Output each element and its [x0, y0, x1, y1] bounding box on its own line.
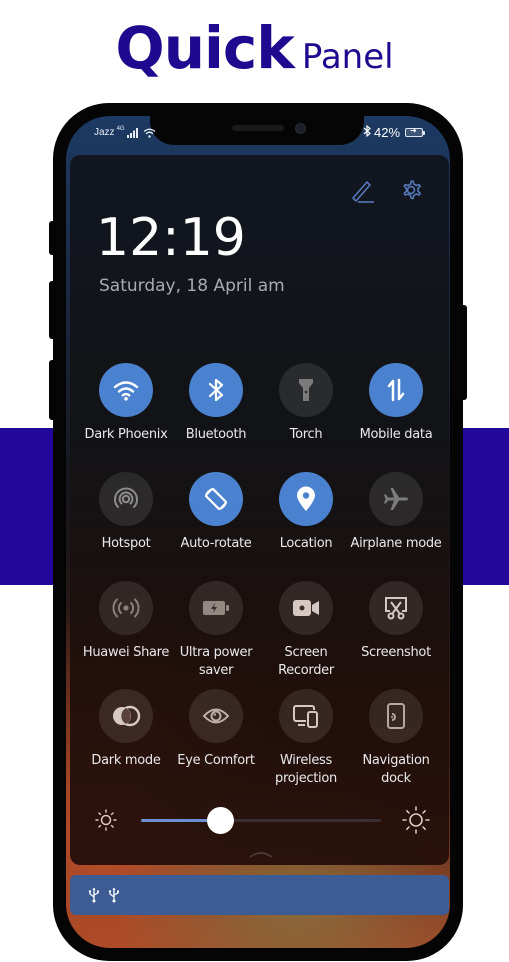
banner-title: Quick Panel	[0, 14, 509, 82]
projection-devices-icon	[293, 704, 319, 728]
toggle-label: Huawei Share	[82, 645, 170, 660]
toggle-button[interactable]	[369, 689, 423, 743]
clock-time: 12:19	[96, 208, 246, 268]
notch	[150, 103, 364, 145]
battery-bolt-icon	[202, 599, 230, 617]
battery-charging-icon: ➜	[405, 126, 426, 137]
toggle-button[interactable]	[99, 689, 153, 743]
toggle-button[interactable]	[279, 581, 333, 635]
toggle-eye-comfort[interactable]: Eye Comfort	[170, 689, 262, 770]
signal-icon	[126, 127, 138, 138]
usb-icon	[108, 887, 119, 903]
toggle-button[interactable]	[279, 363, 333, 417]
video-camera-icon	[292, 598, 320, 618]
toggle-button[interactable]	[369, 363, 423, 417]
eye-icon	[202, 706, 230, 726]
toggle-button[interactable]	[99, 472, 153, 526]
earpiece-speaker	[232, 125, 284, 131]
toggle-label: Ultra power saver	[179, 645, 253, 678]
toggle-label: Wireless projection	[275, 753, 337, 786]
hotspot-icon	[113, 486, 139, 512]
toggle-label: Torch	[289, 427, 323, 442]
toggle-label: Hotspot	[101, 536, 151, 551]
toggle-hotspot[interactable]: Hotspot	[80, 472, 172, 553]
toggle-wireless-projection[interactable]: Wireless projection	[260, 689, 352, 788]
edit-button[interactable]	[348, 176, 376, 204]
toggle-button[interactable]	[189, 689, 243, 743]
airplane-icon	[383, 487, 409, 511]
toggle-mobile-data[interactable]: Mobile data	[350, 363, 442, 444]
toggle-button[interactable]	[189, 472, 243, 526]
banner-title-regular: Panel	[301, 37, 394, 77]
toggle-label: Navigation dock	[362, 753, 430, 786]
toggle-airplane-mode[interactable]: Airplane mode	[350, 472, 442, 553]
wifi-status-icon	[143, 128, 155, 138]
rotate-icon	[202, 485, 230, 513]
toggle-label: Mobile data	[359, 427, 433, 442]
usb-notification[interactable]	[70, 875, 449, 915]
toggle-button[interactable]	[99, 363, 153, 417]
brightness-slider-thumb[interactable]	[207, 807, 235, 834]
status-bar-left: Jazz 4G	[94, 125, 156, 138]
toggle-label: Location	[279, 536, 333, 551]
pencil-icon	[352, 181, 374, 203]
toggle-button[interactable]	[189, 581, 243, 635]
toggle-ultra-power-saver[interactable]: Ultra power saver	[170, 581, 262, 680]
brightness-low-icon	[95, 809, 117, 831]
toggle-screenshot[interactable]: Screenshot	[350, 581, 442, 662]
toggle-label: Dark Phoenix	[84, 427, 168, 442]
battery-percent: 42%	[374, 125, 401, 140]
toggle-label: Airplane mode	[350, 536, 442, 551]
toggle-label: Screenshot	[361, 645, 431, 660]
toggle-auto-rotate[interactable]: Auto-rotate	[170, 472, 262, 553]
toggle-dark-mode[interactable]: Dark mode	[80, 689, 172, 770]
status-bar-right: 42% ➜	[363, 124, 426, 140]
gear-icon	[403, 180, 421, 200]
brightness-high-icon	[402, 806, 430, 834]
toggle-button[interactable]	[99, 581, 153, 635]
usb-icon	[88, 887, 99, 903]
toggle-button[interactable]	[369, 581, 423, 635]
front-camera	[296, 124, 305, 133]
toggle-button[interactable]	[369, 472, 423, 526]
banner-title-bold: Quick	[115, 14, 294, 82]
toggle-torch[interactable]: Torch	[260, 363, 352, 444]
wifi-icon	[113, 379, 139, 401]
panel-expand-handle[interactable]	[247, 849, 275, 859]
toggle-navigation-dock[interactable]: Navigation dock	[350, 689, 442, 788]
toggle-label: Bluetooth	[185, 427, 247, 442]
navigation-dock-icon	[386, 703, 406, 729]
toggle-label: Auto-rotate	[180, 536, 252, 551]
dark-mode-icon	[111, 705, 141, 727]
clock-date: Saturday, 18 April am	[99, 276, 285, 296]
brightness-slider[interactable]	[141, 807, 381, 834]
carrier-name: Jazz	[94, 127, 115, 138]
toggle-label: Eye Comfort	[177, 753, 255, 768]
toggle-bluetooth[interactable]: Bluetooth	[170, 363, 262, 444]
toggle-button[interactable]	[279, 472, 333, 526]
toggle-dark-phoenix[interactable]: Dark Phoenix	[80, 363, 172, 444]
screenshot-scissors-icon	[383, 595, 409, 621]
flashlight-icon	[298, 377, 314, 403]
toggle-button[interactable]	[189, 363, 243, 417]
share-broadcast-icon	[112, 597, 140, 619]
bluetooth-icon	[208, 377, 224, 403]
settings-button[interactable]	[397, 176, 425, 204]
data-arrows-icon	[387, 378, 405, 402]
toggle-button[interactable]	[279, 689, 333, 743]
network-type: 4G	[116, 125, 125, 132]
toggle-location[interactable]: Location	[260, 472, 352, 553]
toggle-label: Screen Recorder	[278, 645, 334, 678]
location-pin-icon	[296, 486, 316, 512]
toggle-screen-recorder[interactable]: Screen Recorder	[260, 581, 352, 680]
toggle-huawei-share[interactable]: Huawei Share	[80, 581, 172, 662]
bluetooth-status-icon	[363, 124, 371, 140]
toggle-label: Dark mode	[91, 753, 161, 768]
